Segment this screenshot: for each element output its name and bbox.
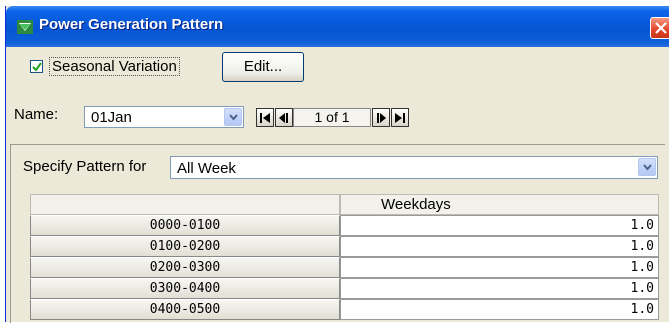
next-record-button[interactable] [372,108,390,127]
chevron-down-icon [643,164,652,171]
seasonal-variation-label[interactable]: Seasonal Variation [49,57,180,76]
close-icon [655,22,667,34]
last-record-icon [395,113,405,123]
table-row-header[interactable]: 0100-0200 [30,236,340,257]
record-indicator: 1 of 1 [293,108,371,127]
title-bar[interactable]: Power Generation Pattern [6,6,669,47]
first-record-icon [260,113,270,123]
edit-button[interactable]: Edit... [222,52,304,82]
chevron-down-icon [229,114,238,121]
name-label: Name: [14,106,59,123]
table-row-header[interactable]: 0000-0100 [30,215,340,236]
next-record-icon [377,113,386,123]
first-record-button[interactable] [256,108,274,127]
window-title: Power Generation Pattern [39,16,224,33]
specify-pattern-label: Specify Pattern for [23,158,147,175]
table-cell[interactable]: 1.0 [340,236,659,257]
last-record-button[interactable] [391,108,409,127]
name-value: 01Jan [91,109,132,126]
previous-record-icon [279,113,288,123]
table-cell[interactable]: 1.0 [340,299,659,320]
table-corner-header [30,194,340,215]
seasonal-variation-checkbox[interactable] [30,60,43,73]
table-cell[interactable]: 1.0 [340,257,659,278]
table-cell[interactable]: 1.0 [340,215,659,236]
specify-pattern-dropdown[interactable]: All Week [170,156,658,179]
app-icon [17,20,33,34]
specify-pattern-dropdown-button[interactable] [638,158,656,176]
close-button[interactable] [650,17,669,39]
checkmark-icon [32,62,42,72]
name-dropdown[interactable]: 01Jan [84,106,244,128]
name-dropdown-button[interactable] [224,108,242,126]
table-row-header[interactable]: 0400-0500 [30,299,340,320]
table-row-header[interactable]: 0300-0400 [30,278,340,299]
weekdays-column-header[interactable]: Weekdays [340,194,659,215]
table-row-header[interactable]: 0200-0300 [30,257,340,278]
table-cell[interactable]: 1.0 [340,278,659,299]
previous-record-button[interactable] [275,108,293,127]
specify-pattern-value: All Week [177,160,236,177]
